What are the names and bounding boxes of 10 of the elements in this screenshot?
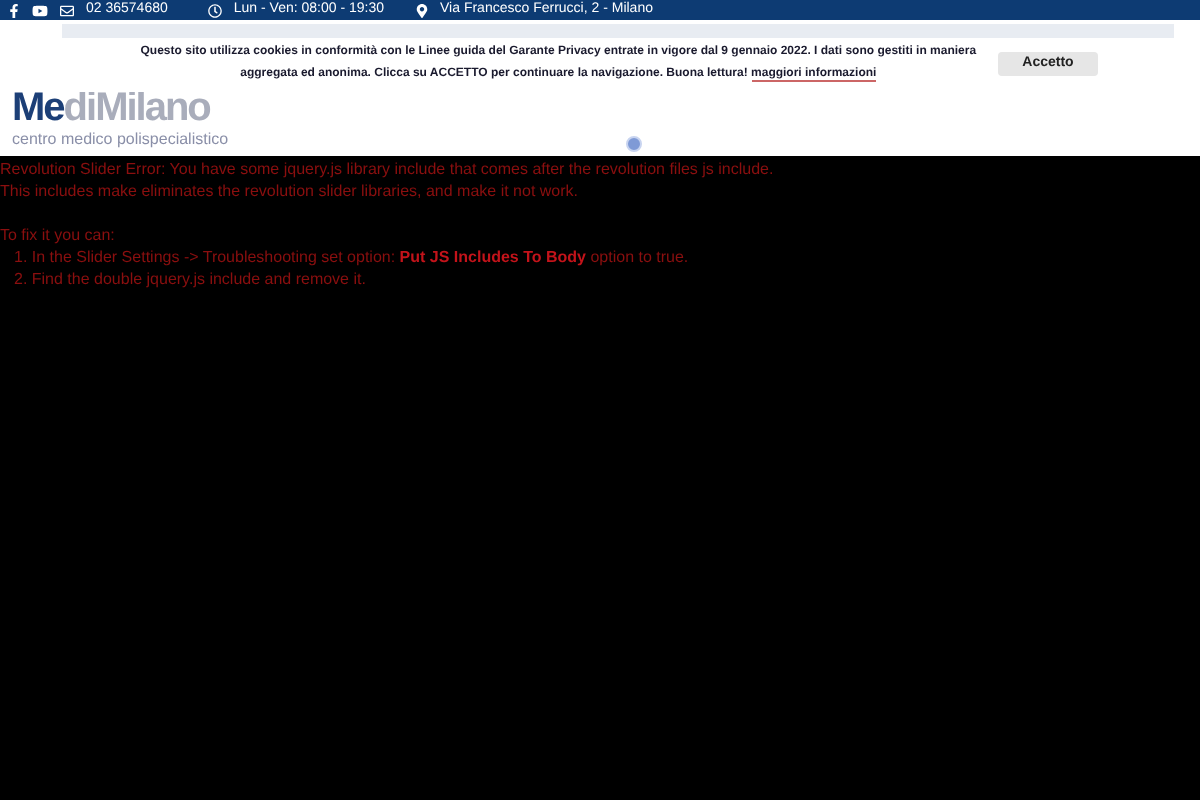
facebook-icon[interactable] <box>8 3 20 17</box>
logo[interactable]: MediMilano <box>12 88 210 128</box>
mail-icon[interactable] <box>60 3 74 17</box>
logo-tagline: centro medico polispecialistico <box>12 128 229 152</box>
error-message: This includes make eliminates the revolution slider libraries, and make it not work. <box>0 180 581 202</box>
video-icon[interactable] <box>32 3 48 17</box>
error-message: Revolution Slider Error: You have some jquery.js library include that comes after the revolution files js include. <box>0 158 776 180</box>
fix-step: 2. Find the double jquery.js include and remove it. <box>0 268 1200 290</box>
fix-intro: To fix it you can: <box>0 224 117 246</box>
fix-step: 1. In the Slider Settings -> Troubleshooting set option: Put JS Includes To Body option to true. <box>0 246 1200 268</box>
